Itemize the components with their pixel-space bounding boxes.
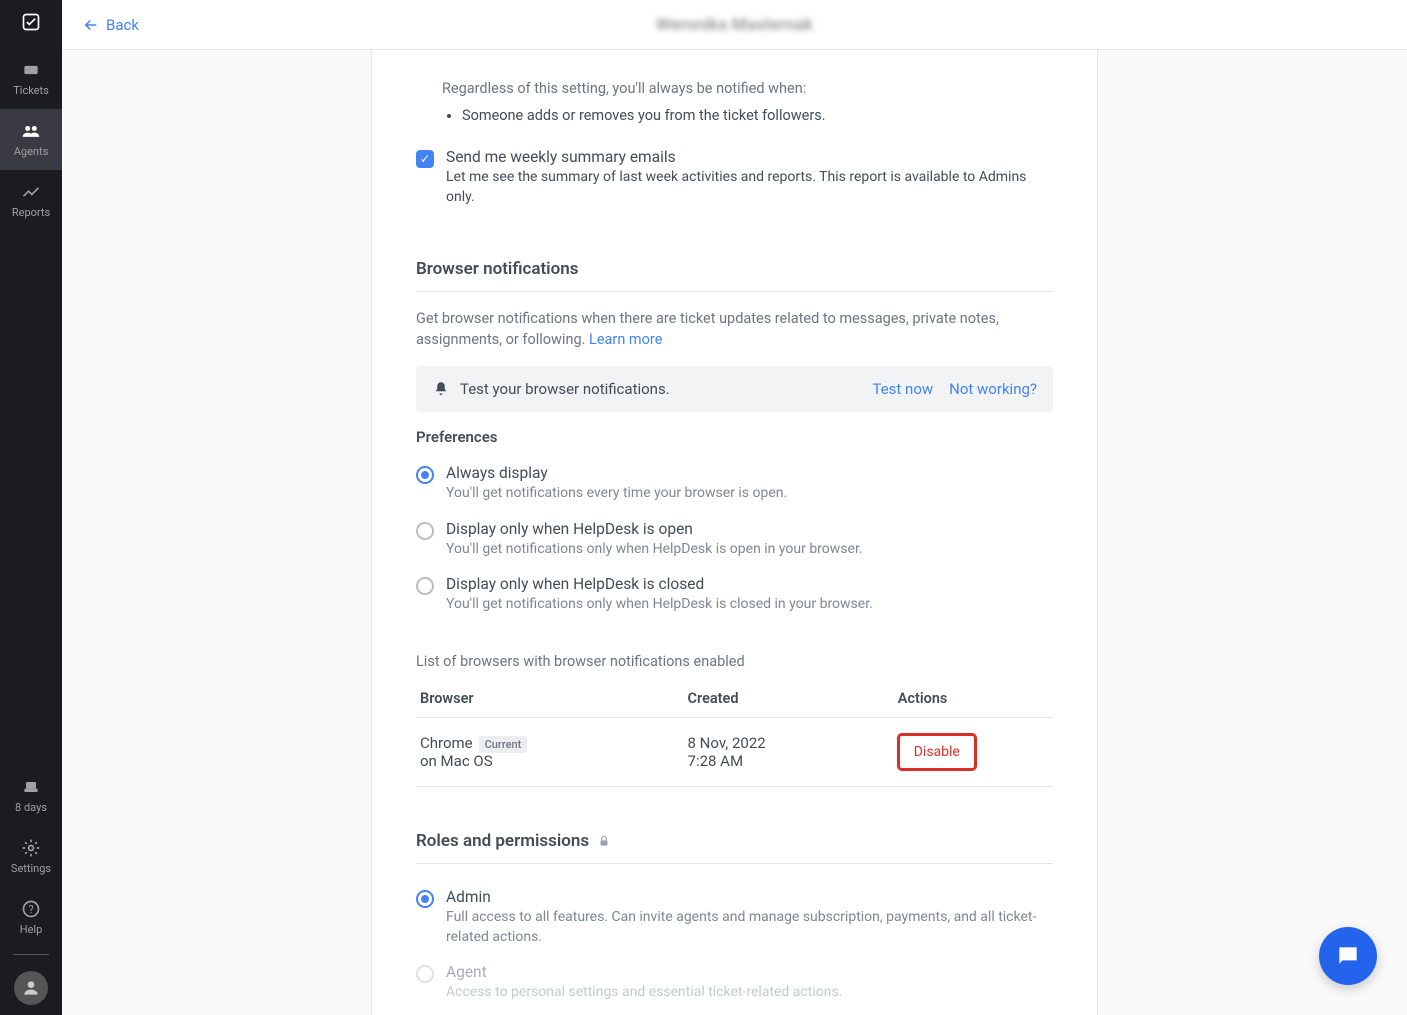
opt-desc: You'll get notifications only when HelpD… [446, 540, 863, 560]
test-now-link[interactable]: Test now [872, 380, 933, 398]
browser-table: Browser Created Actions Chrome Current on… [416, 680, 1053, 787]
svg-text:?: ? [28, 903, 33, 916]
nav-reports[interactable]: Reports [0, 170, 62, 231]
browser-desc: Get browser notifications when there are… [416, 308, 1053, 350]
topbar: Back Weronika Masternak [62, 0, 1407, 50]
th-browser: Browser [416, 680, 684, 718]
browser-notify-section: Browser notifications Get browser notifi… [416, 239, 1053, 811]
back-button[interactable]: Back [82, 16, 139, 34]
opt-desc: Access to personal settings and essentia… [446, 983, 842, 1003]
nav-help[interactable]: ? Help [0, 887, 62, 948]
created-time: 7:28 AM [688, 752, 744, 770]
browser-os: on Mac OS [420, 752, 493, 770]
nav-tickets[interactable]: Tickets [0, 48, 62, 109]
opt-label: Agent [446, 963, 842, 981]
nav-label: Settings [11, 862, 51, 875]
nav-label: Reports [12, 206, 50, 219]
opt-label: Display only when HelpDesk is closed [446, 575, 873, 593]
nav-logo[interactable] [0, 0, 62, 48]
weekly-desc: Let me see the summary of last week acti… [446, 168, 1053, 207]
opt-desc: You'll get notifications every time your… [446, 484, 787, 504]
roles-section: Roles and permissions Admin Full access t… [416, 811, 1053, 1015]
always-notify-text: Regardless of this setting, you'll alway… [442, 78, 1053, 99]
test-notify-box: Test your browser notifications. Test no… [416, 366, 1053, 412]
bell-icon [432, 380, 450, 398]
section-heading: Roles and permissions [416, 819, 1053, 864]
nav-label: Tickets [13, 84, 49, 97]
arrow-left-icon [82, 16, 100, 34]
divider [13, 954, 49, 955]
opt-label: Admin [446, 888, 1053, 906]
browser-list-caption: List of browsers with browser notificati… [416, 651, 1053, 672]
weekly-title: Send me weekly summary emails [446, 148, 1053, 166]
test-label: Test your browser notifications. [460, 380, 670, 398]
weekly-checkbox[interactable]: ✓ [416, 150, 434, 168]
disable-button[interactable]: Disable [898, 734, 976, 770]
lock-icon [597, 834, 611, 848]
nav-label: Agents [14, 145, 49, 158]
opt-label: Always display [446, 464, 787, 482]
prefs-heading: Preferences [416, 428, 1053, 446]
right-column [1097, 50, 1407, 1015]
nav-label: Help [20, 923, 43, 936]
radio-always[interactable] [416, 466, 434, 484]
radio-agent[interactable] [416, 965, 434, 983]
browser-name: Chrome [420, 734, 473, 752]
th-actions: Actions [894, 680, 1053, 718]
radio-open[interactable] [416, 522, 434, 540]
nav-trial[interactable]: 8 days [0, 765, 62, 826]
th-created: Created [684, 680, 894, 718]
nav-agents[interactable]: Agents [0, 109, 62, 170]
email-notify-section: Regardless of this setting, you'll alway… [416, 70, 1053, 239]
avatar[interactable] [14, 971, 48, 1005]
radio-admin[interactable] [416, 890, 434, 908]
notify-bullet: Someone adds or removes you from the tic… [462, 105, 1053, 126]
learn-more-link[interactable]: Learn more [589, 331, 662, 348]
chat-icon [1335, 943, 1361, 969]
radio-closed[interactable] [416, 577, 434, 595]
current-badge: Current [479, 736, 528, 753]
nav-settings[interactable]: Settings [0, 826, 62, 887]
sidebar: Tickets Agents Reports 8 days Settings ?… [0, 0, 62, 1015]
created-date: 8 Nov, 2022 [688, 734, 766, 752]
main-content: Regardless of this setting, you'll alway… [372, 50, 1097, 1015]
opt-label: Display only when HelpDesk is open [446, 520, 863, 538]
nav-label: 8 days [15, 801, 47, 814]
left-column [62, 50, 372, 1015]
chat-fab[interactable] [1319, 927, 1377, 985]
page-title: Weronika Masternak [656, 15, 813, 35]
opt-desc: Full access to all features. Can invite … [446, 908, 1053, 947]
table-row: Chrome Current on Mac OS 8 Nov, 2022 7:28… [416, 718, 1053, 787]
back-label: Back [106, 16, 139, 34]
opt-desc: You'll get notifications only when HelpD… [446, 595, 873, 615]
section-heading: Browser notifications [416, 247, 1053, 292]
not-working-link[interactable]: Not working? [949, 380, 1037, 398]
